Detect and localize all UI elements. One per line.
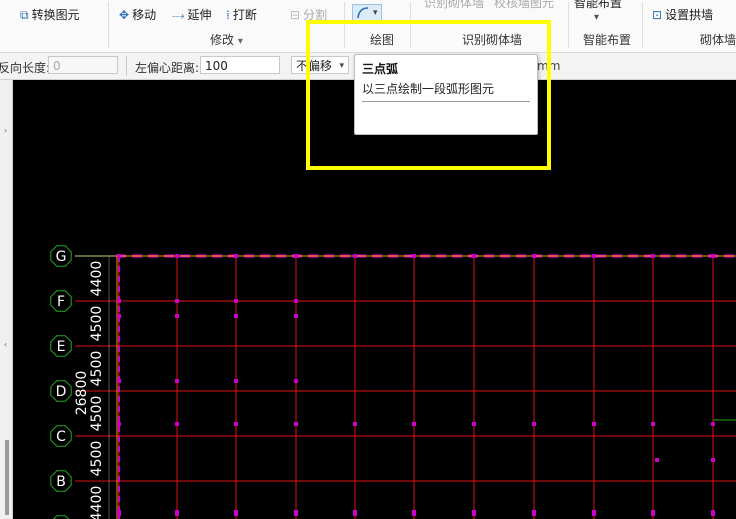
arc-dropdown-caret[interactable]: ▾ [373, 8, 378, 18]
left-panel-edge: › ‹ [0, 80, 13, 519]
column-marker [353, 422, 357, 426]
column-marker [117, 379, 121, 383]
column-marker [294, 422, 298, 426]
axis-label-c: C [56, 429, 66, 445]
axis-label-b: B [56, 474, 66, 490]
column-marker [592, 422, 596, 426]
column-marker [711, 510, 715, 516]
column-marker [651, 510, 655, 516]
column-marker [294, 510, 298, 516]
highlight-annotation-box [306, 20, 551, 170]
axis-label-e: E [57, 339, 66, 355]
arch-wall-icon: ⊡ [652, 7, 663, 22]
move-button[interactable]: ✥ 移动 [119, 6, 156, 23]
column-marker [117, 510, 121, 516]
column-marker [711, 422, 715, 426]
dimension-label: 4500 [89, 441, 105, 477]
column-marker [294, 299, 298, 303]
column-marker [117, 299, 121, 303]
column-marker [117, 422, 121, 426]
dimension-label: 4500 [89, 396, 105, 432]
column-marker [353, 254, 357, 258]
column-marker [711, 254, 715, 258]
reverse-length-label: 反向长度: [0, 61, 51, 75]
dimension-label: 4400 [89, 486, 105, 519]
three-point-arc-icon [357, 7, 369, 19]
column-marker [175, 254, 179, 258]
move-icon: ✥ [119, 7, 130, 22]
column-marker [532, 422, 536, 426]
smart-layout-button[interactable]: 智能布置 [574, 0, 622, 11]
extend-label: 延伸 [187, 8, 212, 22]
break-label: 打断 [232, 8, 257, 22]
extend-icon: ⤏ [172, 7, 185, 22]
axis-label-d: D [56, 384, 67, 400]
column-marker [234, 314, 238, 318]
column-marker [711, 458, 715, 462]
dimension-label: 4500 [89, 306, 105, 342]
convert-element-label: 转换图元 [31, 8, 80, 22]
column-marker [532, 254, 536, 258]
left-offset-label: 左偏心距离: [135, 61, 200, 75]
column-marker [532, 510, 536, 516]
column-marker [294, 314, 298, 318]
modify-caret[interactable]: ▾ [238, 36, 243, 47]
column-marker [234, 379, 238, 383]
panel-arrow-icon: › [4, 126, 8, 135]
total-dimension-label: 26800 [74, 371, 90, 416]
check-wall-element-button[interactable]: 校核墙图元 [494, 0, 554, 11]
column-marker [234, 299, 238, 303]
column-marker [294, 254, 298, 258]
column-marker [472, 422, 476, 426]
convert-icon: ⧉ [20, 7, 29, 22]
ribbon-separator [568, 2, 569, 48]
split-icon: ⊟ [290, 7, 301, 22]
column-marker [592, 254, 596, 258]
axis-label-g: G [56, 249, 67, 265]
panel-scrollbar[interactable] [5, 440, 9, 515]
column-marker [472, 254, 476, 258]
break-icon: ⁞ [226, 7, 230, 22]
recognize-masonry-wall-button[interactable]: 识别砌体墙 [424, 0, 484, 11]
column-marker [175, 299, 179, 303]
column-marker [175, 422, 179, 426]
group-masonry-label: 砌体墙 [700, 33, 736, 47]
smart-layout-caret[interactable]: ▾ [594, 12, 599, 23]
set-arch-wall-button[interactable]: ⊡ 设置拱墙 [652, 6, 713, 23]
column-marker [234, 510, 238, 516]
column-marker [412, 254, 416, 258]
column-marker [175, 510, 179, 516]
dimension-label: 4500 [89, 351, 105, 387]
column-marker [175, 379, 179, 383]
left-offset-input[interactable]: 100 [200, 56, 280, 74]
reverse-length-input[interactable]: 0 [48, 56, 118, 74]
column-marker [412, 510, 416, 516]
column-marker [412, 422, 416, 426]
group-smart-label: 智能布置 [583, 33, 632, 47]
column-marker [655, 458, 659, 462]
column-marker [294, 379, 298, 383]
axis-label-f: F [57, 294, 65, 310]
move-label: 移动 [132, 8, 157, 22]
extend-button[interactable]: ⤏ 延伸 [172, 6, 212, 23]
propbar-separator [126, 56, 127, 76]
arc-draw-button[interactable]: ▾ [352, 4, 382, 21]
convert-element-button[interactable]: ⧉ 转换图元 [20, 6, 80, 23]
ribbon-separator [642, 2, 643, 48]
column-marker [234, 422, 238, 426]
dimension-label: 4400 [89, 261, 105, 297]
column-marker [651, 254, 655, 258]
column-marker [117, 254, 121, 258]
panel-arrow-icon: ‹ [4, 340, 8, 349]
column-marker [234, 254, 238, 258]
column-marker [472, 510, 476, 516]
column-marker [353, 510, 357, 516]
ribbon-separator [108, 2, 109, 48]
column-marker [117, 314, 121, 318]
break-button[interactable]: ⁞ 打断 [226, 6, 257, 23]
group-modify-label: 修改 ▾ [210, 33, 243, 47]
column-marker [592, 510, 596, 516]
column-marker [651, 422, 655, 426]
column-marker [175, 314, 179, 318]
